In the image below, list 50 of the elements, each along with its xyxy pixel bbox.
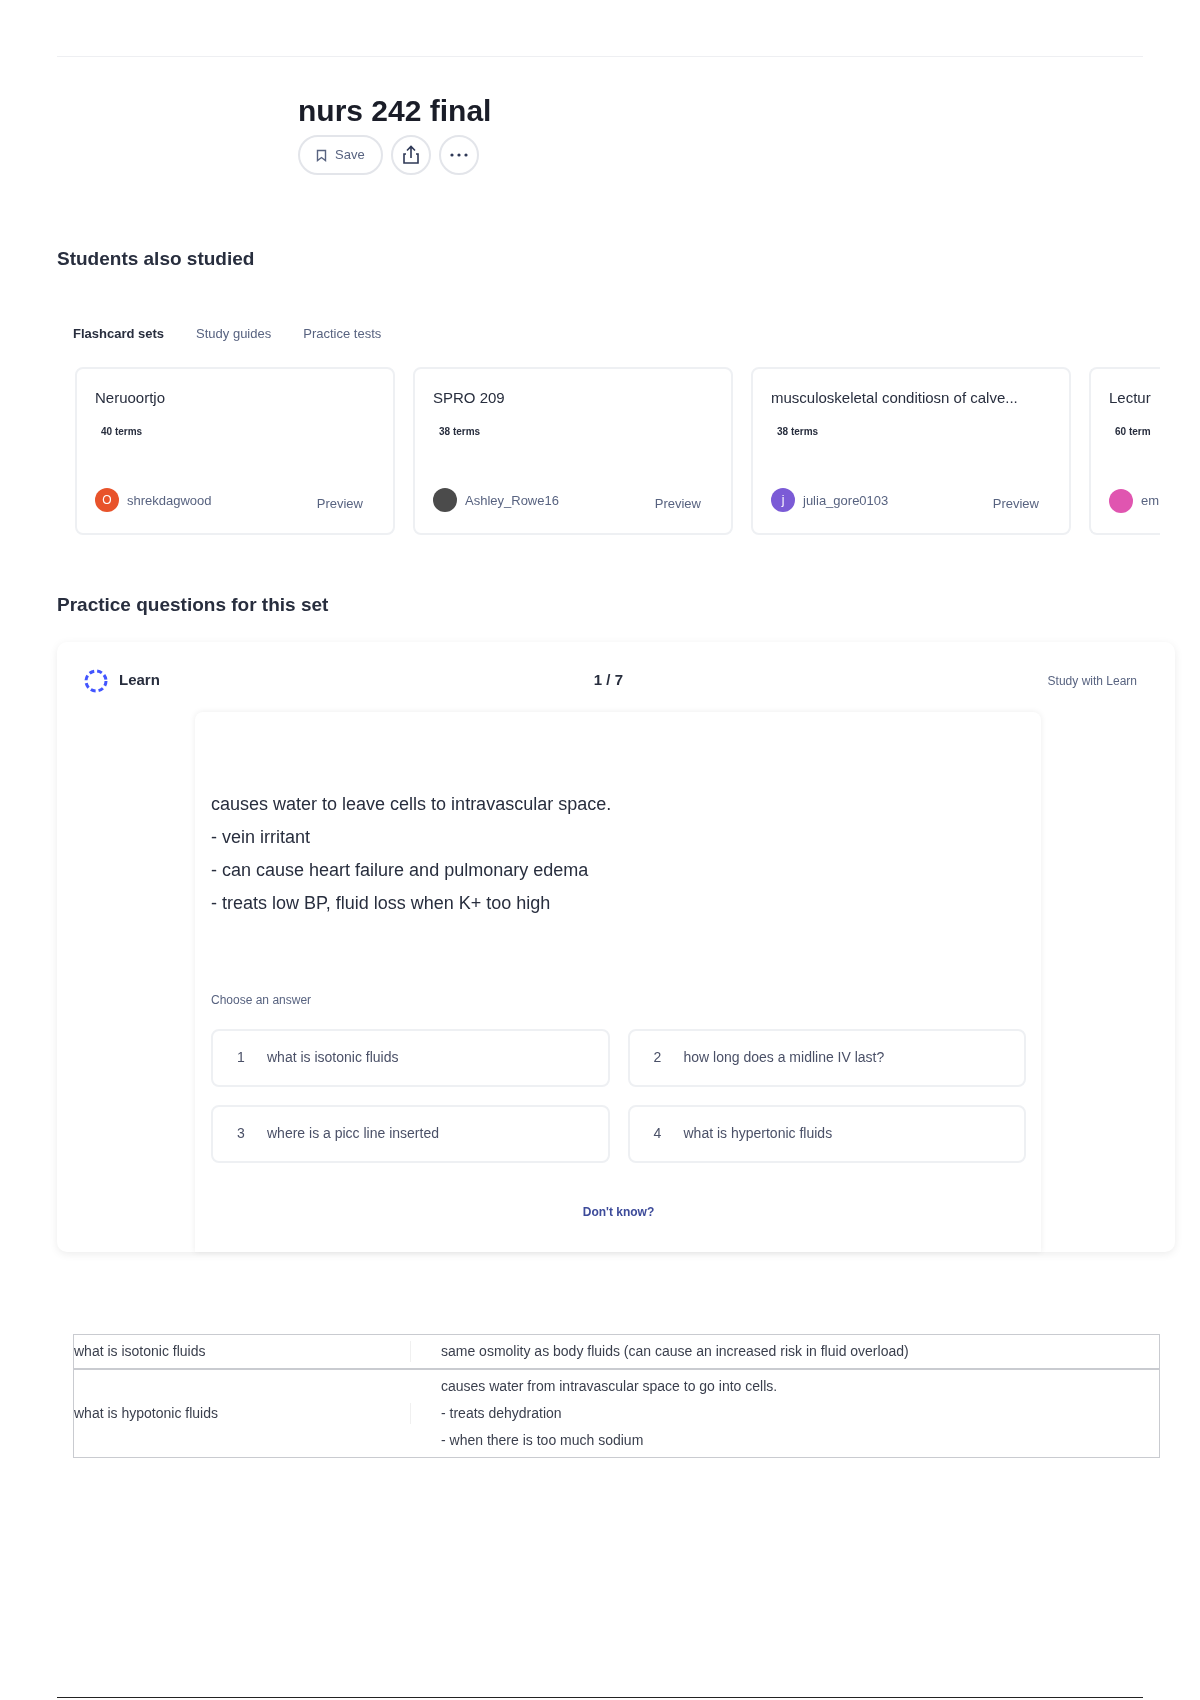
dont-know-link[interactable]: Don't know? xyxy=(582,1202,655,1221)
study-link[interactable]: Study with Learn xyxy=(1047,671,1137,690)
term-count: 38 terms xyxy=(777,424,820,439)
author-name: julia_gore0103 xyxy=(803,491,889,510)
question-text: - can cause heart failure and pulmonary edema xyxy=(211,858,590,882)
set-card[interactable]: SPRO 209 38 terms Ashley_Rowe16 Preview xyxy=(413,367,733,535)
category-tab[interactable]: Study guides xyxy=(196,323,272,343)
table-cell-text: causes water from intravascular space to go into cells. - treats dehydration - when there is too much sodium xyxy=(440,1376,778,1450)
user-avatar: O xyxy=(95,488,119,513)
section-heading: Practice questions for this set xyxy=(57,593,330,617)
card-title: SPRO 209 xyxy=(433,388,506,408)
learn-icon xyxy=(83,667,109,694)
question-text: causes water to leave cells to intravascular space. xyxy=(211,792,613,816)
table-cell: what is isotonic fluids xyxy=(74,1340,411,1362)
set-title: nurs 242 final xyxy=(298,93,493,129)
term-count: 38 terms xyxy=(439,424,482,439)
user-avatar: j xyxy=(771,488,795,513)
author-name: em xyxy=(1141,492,1160,511)
question-text: - treats low BP, fluid loss when K+ too high xyxy=(211,891,552,915)
question-text: - vein irritant xyxy=(211,825,312,849)
table-cell-text: same osmolity as body fluids (can cause an increased risk in fluid overload) xyxy=(440,1341,909,1361)
author-name: Ashley_Rowe16 xyxy=(465,491,559,510)
card-title: Neruoortjo xyxy=(95,388,167,408)
table-cell: what is hypotonic fluids xyxy=(74,1402,411,1424)
card-title: musculoskeletal conditiosn of calve... xyxy=(771,388,1019,408)
answer-option[interactable]: 2 how long does a midline IV last? xyxy=(627,1028,1026,1087)
share-button[interactable] xyxy=(390,135,431,175)
term-count: 60 term xyxy=(1115,424,1152,439)
preview-button[interactable]: Preview xyxy=(316,493,363,513)
section-heading: Students also studied xyxy=(57,247,256,271)
author-name: shrekdagwood xyxy=(127,491,212,510)
answer-option[interactable]: 4 what is hypertonic fluids xyxy=(627,1104,1026,1163)
answer-prompt: Choose an answer xyxy=(211,991,313,1009)
preview-button[interactable]: Preview xyxy=(992,493,1039,513)
more-icon xyxy=(449,153,468,157)
set-card[interactable]: Lectur 60 term em xyxy=(1089,367,1160,535)
card-title: Lectur xyxy=(1109,388,1152,408)
answer-option[interactable]: 1 what is isotonic fluids xyxy=(211,1028,610,1087)
category-tab[interactable]: Flashcard sets xyxy=(73,323,165,343)
set-card[interactable]: Neruoortjo 40 terms O shrekdagwood Preview xyxy=(75,367,395,535)
mode-label: Learn xyxy=(119,670,160,691)
set-card[interactable]: musculoskeletal conditiosn of calve... 38 terms j julia_gore0103 Preview xyxy=(751,367,1071,535)
category-tab[interactable]: Practice tests xyxy=(303,323,382,343)
progress-counter: 1 / 7 xyxy=(593,670,624,691)
term-count: 40 terms xyxy=(101,424,144,439)
answer-option[interactable]: 3 where is a picc line inserted xyxy=(211,1104,610,1163)
preview-button[interactable]: Preview xyxy=(654,493,701,513)
save-button[interactable]: Save xyxy=(298,135,383,175)
share-icon xyxy=(401,145,420,165)
bookmark-icon xyxy=(316,148,327,162)
